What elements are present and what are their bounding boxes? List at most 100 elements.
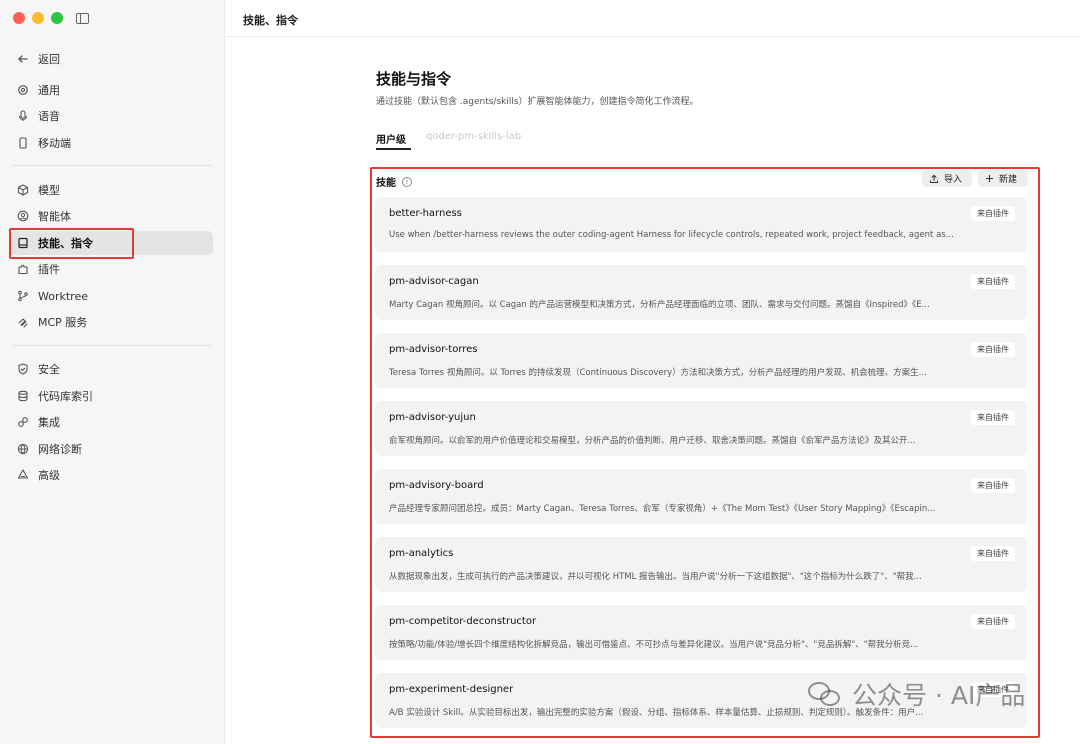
skill-description: Teresa Torres 视角顾问。以 Torres 的持续发现（Contin… (389, 368, 927, 378)
cube-icon (16, 183, 30, 197)
skill-description: 从数据现象出发，生成可执行的产品决策建议，并以可视化 HTML 报告输出。当用户… (389, 572, 922, 582)
microphone-icon (16, 109, 30, 123)
tab-underline (376, 148, 411, 150)
sidebar-item-plugins[interactable]: 插件 (10, 257, 213, 281)
sidebar-item-general[interactable]: 通用 (10, 78, 213, 102)
import-label: 导入 (944, 175, 963, 185)
tab-project[interactable]: qoder-pm-skills-lab (426, 131, 521, 142)
sidebar-item-skills[interactable]: 技能、指令 (10, 231, 213, 255)
skills-section-header: 技能 i (376, 174, 412, 189)
sidebar-item-label: 插件 (38, 263, 60, 276)
skill-description: 按策略/功能/体验/增长四个维度结构化拆解竞品，输出可借鉴点、不可抄点与差异化建… (389, 640, 919, 650)
gear-icon (16, 83, 30, 97)
sidebar-item-security[interactable]: 安全 (10, 357, 213, 381)
tab-user-level[interactable]: 用户级 (376, 131, 406, 146)
sidebar-item-worktree[interactable]: Worktree (10, 284, 213, 308)
sidebar-item-codebase-index[interactable]: 代码库索引 (10, 384, 213, 408)
sidebar-item-models[interactable]: 模型 (10, 178, 213, 202)
import-button[interactable]: 导入 (922, 170, 972, 187)
source-badge: 来自插件 (971, 410, 1015, 425)
topbar: 技能、指令 (226, 0, 1080, 37)
sidebar-item-voice[interactable]: 语音 (10, 104, 213, 128)
sidebar-item-label: 高级 (38, 469, 60, 482)
sidebar-item-back[interactable]: 返回 (10, 47, 213, 71)
book-icon (16, 236, 30, 250)
sidebar-divider (12, 165, 212, 166)
branch-icon (16, 289, 30, 303)
new-label: 新建 (999, 175, 1018, 185)
sidebar-item-label: 返回 (38, 53, 60, 66)
skill-name: pm-advisor-yujun (389, 412, 476, 423)
globe-icon (16, 442, 30, 456)
skill-name: pm-advisor-torres (389, 344, 478, 355)
sidebar-item-label: Worktree (38, 289, 88, 303)
sidebar-item-label: 网络诊断 (38, 443, 82, 456)
sidebar-item-network[interactable]: 网络诊断 (10, 437, 213, 461)
skill-name: pm-competitor-deconstructor (389, 616, 537, 627)
puzzle-icon (16, 262, 30, 276)
sidebar-divider (12, 345, 212, 346)
skill-description: A/B 实验设计 Skill。从实验目标出发，输出完整的实验方案（假设、分组、指… (389, 708, 924, 718)
skills-label: 技能 (376, 178, 396, 189)
sidebar-item-agents[interactable]: 智能体 (10, 204, 213, 228)
sidebar-item-label: MCP 服务 (38, 316, 88, 329)
source-badge: 来自插件 (971, 478, 1015, 493)
skill-description: 俞军视角顾问。以俞军的用户价值理论和交易模型，分析产品的价值判断、用户迁移、取舍… (389, 436, 916, 446)
phone-icon (16, 136, 30, 150)
skill-card[interactable]: better-harness Use when /better-harness … (375, 197, 1027, 252)
source-badge: 来自插件 (971, 614, 1015, 629)
skill-card[interactable]: pm-advisor-yujun 俞军视角顾问。以俞军的用户价值理论和交易模型，… (375, 401, 1027, 456)
source-badge: 来自插件 (971, 682, 1015, 697)
arrow-left-icon (16, 52, 30, 66)
mcp-icon (16, 315, 30, 329)
skill-name: pm-analytics (389, 548, 454, 559)
skill-name: pm-experiment-designer (389, 684, 514, 695)
skill-card[interactable]: pm-experiment-designer A/B 实验设计 Skill。从实… (375, 673, 1027, 728)
sidebar-item-label: 技能、指令 (38, 237, 93, 250)
sidebar-item-mcp[interactable]: MCP 服务 (10, 310, 213, 334)
skill-description: Marty Cagan 视角顾问。以 Cagan 的产品运营模型和决策方式，分析… (389, 300, 930, 310)
sidebar-item-label: 集成 (38, 416, 60, 429)
sidebar-item-label: 语音 (38, 110, 60, 123)
source-badge: 来自插件 (971, 274, 1015, 289)
minimize-window-button[interactable] (32, 12, 44, 24)
sidebar-item-label: 智能体 (38, 210, 71, 223)
source-badge: 来自插件 (971, 546, 1015, 561)
maximize-window-button[interactable] (51, 12, 63, 24)
upload-icon (930, 174, 938, 183)
skill-card[interactable]: pm-advisor-cagan Marty Cagan 视角顾问。以 Caga… (375, 265, 1027, 320)
source-badge: 来自插件 (971, 206, 1015, 221)
sidebar: 返回 通用 语音 移动端 模型 智能体 技能、指令 插件 Worktree MC… (0, 0, 225, 744)
link-icon (16, 415, 30, 429)
skill-card[interactable]: pm-advisory-board 产品经理专家顾问团总控。成员：Marty C… (375, 469, 1027, 524)
window-controls (13, 12, 89, 24)
plus-icon (986, 175, 993, 182)
sidebar-toggle-icon[interactable] (76, 12, 89, 24)
page-description: 通过技能（默认包含 .agents/skills）扩展智能体能力，创建指令简化工… (376, 97, 699, 107)
window-title: 技能、指令 (243, 14, 298, 27)
agent-icon (16, 209, 30, 223)
sidebar-item-label: 通用 (38, 84, 60, 97)
skill-description: Use when /better-harness reviews the out… (389, 230, 954, 240)
sidebar-item-integrations[interactable]: 集成 (10, 410, 213, 434)
advanced-icon (16, 468, 30, 482)
skill-description: 产品经理专家顾问团总控。成员：Marty Cagan、Teresa Torres… (389, 504, 936, 514)
info-icon[interactable]: i (402, 176, 412, 187)
skill-name: pm-advisory-board (389, 480, 484, 491)
skill-card[interactable]: pm-competitor-deconstructor 按策略/功能/体验/增长… (375, 605, 1027, 660)
new-skill-button[interactable]: 新建 (978, 170, 1028, 187)
skill-card[interactable]: pm-advisor-torres Teresa Torres 视角顾问。以 T… (375, 333, 1027, 388)
sidebar-item-label: 代码库索引 (38, 390, 93, 403)
sidebar-item-mobile[interactable]: 移动端 (10, 131, 213, 155)
source-badge: 来自插件 (971, 342, 1015, 357)
sidebar-item-label: 模型 (38, 184, 60, 197)
skill-name: better-harness (389, 208, 462, 219)
shield-icon (16, 362, 30, 376)
sidebar-item-label: 安全 (38, 363, 60, 376)
close-window-button[interactable] (13, 12, 25, 24)
skill-name: pm-advisor-cagan (389, 276, 479, 287)
skill-card[interactable]: pm-analytics 从数据现象出发，生成可执行的产品决策建议，并以可视化 … (375, 537, 1027, 592)
skills-list: better-harness Use when /better-harness … (375, 197, 1027, 741)
database-icon (16, 389, 30, 403)
sidebar-item-advanced[interactable]: 高级 (10, 463, 213, 487)
